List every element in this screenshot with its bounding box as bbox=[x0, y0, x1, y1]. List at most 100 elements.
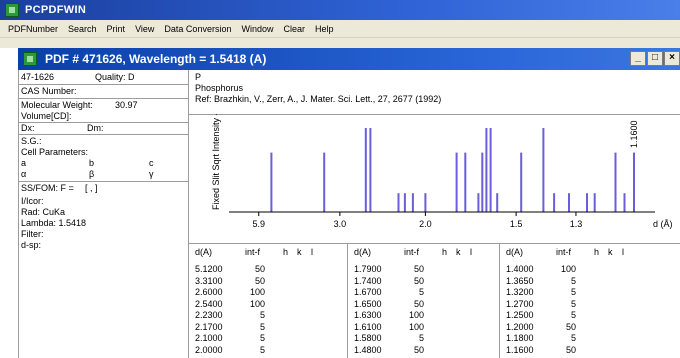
peak-bar bbox=[553, 193, 556, 212]
y-axis-label: Fixed Slit Sqrt Intensity -> bbox=[211, 114, 221, 210]
peak-bar bbox=[270, 152, 273, 212]
divider bbox=[19, 134, 188, 135]
peak-bar bbox=[411, 193, 414, 212]
filter: Filter: bbox=[21, 229, 44, 239]
menu-pdfnumber[interactable]: PDFNumber bbox=[3, 24, 63, 34]
intensity-cell: 100 bbox=[560, 264, 576, 274]
peak-bar bbox=[542, 128, 545, 212]
peak-bar bbox=[477, 193, 480, 212]
column-header-d: d(A) bbox=[506, 247, 524, 257]
intensity-cell: 5 bbox=[259, 344, 265, 355]
divider bbox=[19, 98, 188, 99]
intensity-cell: 50 bbox=[565, 321, 576, 332]
column-header-h: h bbox=[442, 247, 448, 257]
ss-fom-value: [ , ] bbox=[85, 183, 98, 193]
column-header-h: h bbox=[283, 247, 289, 257]
d-spacing-cell: 2.1700 bbox=[195, 321, 223, 332]
reference: Ref: Brazhkin, V., Zerr, A., J. Mater. S… bbox=[195, 94, 442, 104]
peak-bar bbox=[593, 193, 596, 212]
column-header-k: k bbox=[297, 247, 302, 257]
d-spacing-cell: 1.6100 bbox=[354, 321, 382, 332]
divider bbox=[19, 84, 188, 85]
peak-bar bbox=[633, 152, 635, 212]
column-header-l: l bbox=[470, 247, 472, 257]
peak-bar bbox=[455, 152, 458, 212]
intensity-cell: 5 bbox=[570, 333, 576, 343]
peak-bar bbox=[623, 193, 626, 212]
intensity-cell: 50 bbox=[254, 264, 265, 274]
peak-bar bbox=[464, 152, 467, 212]
peak-bar bbox=[323, 152, 326, 212]
peak-bar bbox=[403, 193, 406, 212]
intensity-cell: 50 bbox=[413, 298, 424, 309]
column-header-k: k bbox=[456, 247, 461, 257]
peak-bar bbox=[364, 128, 367, 212]
intensity-cell: 100 bbox=[408, 310, 424, 320]
intensity-cell: 50 bbox=[413, 344, 424, 355]
volume: Volume[CD]: bbox=[21, 111, 72, 121]
peak-bar bbox=[568, 193, 570, 212]
intensity-cell: 100 bbox=[249, 298, 265, 309]
x-tick-label: 5.9 bbox=[252, 219, 265, 229]
intensity-cell: 5 bbox=[570, 310, 576, 320]
column-header-l: l bbox=[311, 247, 313, 257]
column-header-int: int-f bbox=[245, 247, 261, 257]
chemical-formula: P bbox=[195, 72, 202, 82]
x-tick-label: 1.5 bbox=[510, 219, 523, 229]
maximize-button[interactable]: □ bbox=[647, 51, 663, 66]
intensity-cell: 5 bbox=[570, 275, 576, 286]
d-spacing-cell: 1.1800 bbox=[506, 333, 534, 343]
intensity-cell: 5 bbox=[570, 298, 576, 309]
d-spacing-cell: 1.7900 bbox=[354, 264, 382, 274]
d-spacing-cell: 3.3100 bbox=[195, 275, 223, 286]
peak-label: 1.1600 bbox=[629, 120, 639, 148]
x-tick-label: 2.0 bbox=[419, 219, 432, 229]
menu-view[interactable]: View bbox=[130, 24, 159, 34]
column-header-l: l bbox=[622, 247, 624, 257]
radiation: Rad: CuKa bbox=[21, 207, 66, 217]
minimize-button[interactable]: _ bbox=[630, 51, 646, 66]
close-button[interactable]: × bbox=[664, 51, 680, 66]
divider bbox=[19, 122, 188, 123]
document-body: 47-1626 Quality: D CAS Number: Molecular… bbox=[18, 70, 680, 358]
d-spacing-method: d-sp: bbox=[21, 240, 42, 250]
x-axis-ticks: 5.9 3.0 2.0 1.5 1.3 bbox=[252, 212, 582, 229]
menu-print[interactable]: Print bbox=[102, 24, 131, 34]
d-spacing-cell: 2.6000 bbox=[195, 287, 223, 297]
menu-search[interactable]: Search bbox=[63, 24, 102, 34]
peak-bar bbox=[489, 128, 492, 212]
peak-bar bbox=[614, 152, 617, 212]
column-header-d: d(A) bbox=[195, 247, 213, 257]
intensity-cell: 50 bbox=[254, 275, 265, 286]
intensity-cell: 5 bbox=[570, 287, 576, 297]
menu-clear[interactable]: Clear bbox=[278, 24, 310, 34]
intensity-cell: 50 bbox=[565, 344, 576, 355]
document-titlebar[interactable]: PDF # 471626, Wavelength = 1.5418 (A) _ … bbox=[18, 48, 680, 70]
window-controls: _ □ × bbox=[629, 51, 680, 66]
cell-a: a bbox=[21, 158, 27, 168]
cell-alpha: α bbox=[21, 169, 27, 179]
d-spacing-cell: 2.0000 bbox=[195, 344, 223, 355]
d-spacing-cell: 5.1200 bbox=[195, 264, 223, 274]
d-spacing-cell: 2.2300 bbox=[195, 310, 223, 320]
column-header-int: int-f bbox=[404, 247, 420, 257]
molecular-weight-label: Molecular Weight: bbox=[21, 100, 93, 110]
d-spacing-cell: 1.6700 bbox=[354, 287, 382, 297]
intensity-cell: 5 bbox=[259, 333, 265, 343]
intensity-cell: 5 bbox=[259, 321, 265, 332]
intensity-cell: 100 bbox=[408, 321, 424, 332]
i-icor: I/Icor: bbox=[21, 196, 44, 206]
space-group: S.G.: bbox=[21, 136, 42, 146]
x-tick-label: 1.3 bbox=[570, 219, 583, 229]
menu-window[interactable]: Window bbox=[236, 24, 278, 34]
intensity-cell: 5 bbox=[259, 310, 265, 320]
reflection-table-column-2: d(A) int-f h k l 1.7900 50 1.7400 50 1.6700 5 1.650… bbox=[347, 244, 499, 358]
app-title: PCPDFWIN bbox=[25, 4, 87, 16]
peak-bar bbox=[496, 193, 499, 212]
peak-bar bbox=[369, 128, 372, 212]
menu-help[interactable]: Help bbox=[310, 24, 339, 34]
menu-data-conversion[interactable]: Data Conversion bbox=[159, 24, 236, 34]
peak-bar bbox=[586, 193, 588, 212]
pdf-number: 47-1626 bbox=[21, 72, 55, 82]
d-spacing-cell: 1.1600 bbox=[506, 344, 534, 355]
